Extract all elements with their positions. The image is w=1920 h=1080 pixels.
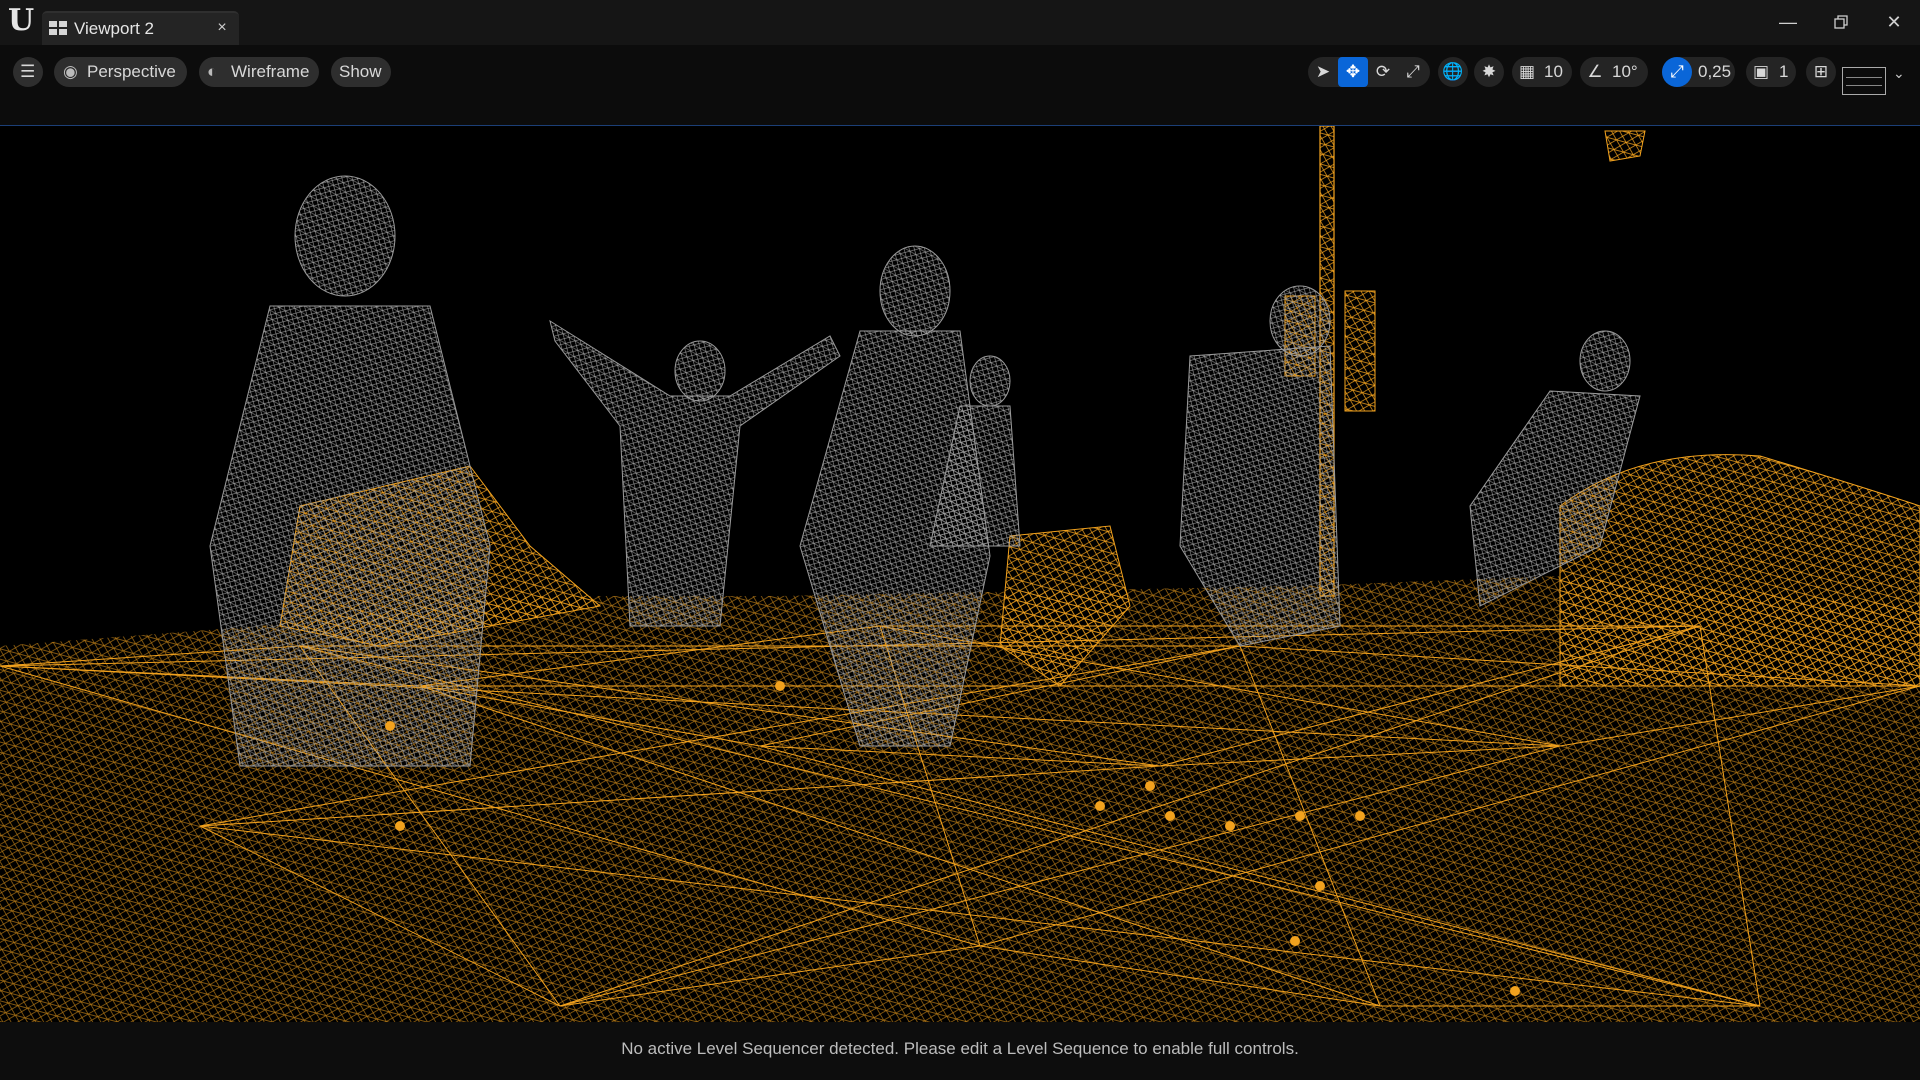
view-mode-button[interactable]: ◐ Wireframe	[199, 57, 319, 87]
scale-snap-icon: ⤢	[1662, 57, 1692, 87]
show-label: Show	[339, 62, 382, 81]
debris-particle	[1145, 781, 1155, 791]
scale-snap-button[interactable]: ⤢ 0,25	[1662, 57, 1735, 87]
person-mesh	[549, 319, 841, 627]
wireframe-sphere-icon: ◐	[207, 62, 218, 81]
unreal-logo-icon[interactable]: U	[8, 6, 36, 36]
viewport-layout-icon	[49, 21, 67, 35]
close-window-icon[interactable]: ✕	[1879, 8, 1909, 36]
tab-viewport[interactable]: Viewport 2 ×	[42, 11, 239, 45]
show-button[interactable]: Show	[331, 57, 391, 87]
surface-snap-icon: ✸	[1481, 62, 1497, 81]
debris-particle	[385, 721, 395, 731]
angle-icon: ∠	[1587, 62, 1603, 81]
debris-particle	[1355, 811, 1365, 821]
debris-particle	[775, 681, 785, 691]
rotation-snap-value: 10°	[1612, 62, 1638, 81]
chevron-down-icon[interactable]: ⌄	[1893, 65, 1905, 82]
person-mesh	[209, 175, 491, 767]
perspective-button[interactable]: ◉ Perspective	[54, 57, 187, 87]
grid-snap-value: 10	[1544, 62, 1563, 81]
perspective-label: Perspective	[87, 62, 176, 81]
transform-tools: ➤ ✥ ⟳ ⤢	[1308, 57, 1430, 87]
debris-particle	[1290, 936, 1300, 946]
tab-title: Viewport 2	[74, 19, 155, 38]
debris-mesh	[1604, 130, 1646, 162]
translate-mode-icon[interactable]: ✥	[1338, 57, 1368, 87]
debris-particle	[1225, 821, 1235, 831]
camera-icon: ▣	[1752, 62, 1770, 81]
minimize-icon[interactable]: —	[1773, 8, 1803, 36]
restore-icon[interactable]	[1826, 8, 1856, 36]
viewport-layout-preview-icon[interactable]	[1842, 67, 1886, 95]
viewport-menu-button[interactable]: ☰	[13, 57, 43, 87]
status-bar: No active Level Sequencer detected. Plea…	[0, 1022, 1920, 1080]
debris-particle	[1095, 801, 1105, 811]
camera-speed-value: 1	[1779, 62, 1789, 81]
world-globe-icon: 🌐	[1442, 62, 1464, 81]
debris-particle	[1510, 986, 1520, 996]
layout-grid-icon: ⊞	[1813, 62, 1829, 81]
title-bar: U Viewport 2 × — ✕	[0, 0, 1920, 45]
rotation-snap-button[interactable]: ∠ 10°	[1580, 57, 1648, 87]
select-mode-icon[interactable]: ➤	[1308, 57, 1338, 87]
scale-mode-icon[interactable]: ⤢	[1398, 57, 1428, 87]
tab-close-icon[interactable]: ×	[212, 18, 232, 38]
layout-button[interactable]: ⊞	[1806, 57, 1836, 87]
grid-snap-button[interactable]: ▦ 10	[1512, 57, 1572, 87]
debris-particle	[1295, 811, 1305, 821]
debris-particle	[1165, 811, 1175, 821]
traffic-light-mesh	[1344, 290, 1376, 412]
surface-snap-button[interactable]: ✸	[1474, 57, 1504, 87]
camera-speed-button[interactable]: ▣ 1	[1746, 57, 1796, 87]
hamburger-icon: ☰	[20, 62, 36, 81]
coordinate-system-button[interactable]: 🌐	[1438, 57, 1468, 87]
viewport-toolbar: ☰ ◉ Perspective ◐ Wireframe Show ➤ ✥ ⟳ ⤢…	[0, 45, 1920, 125]
cube-icon: ◉	[63, 62, 78, 81]
viewport-canvas[interactable]	[0, 126, 1920, 1022]
rotate-mode-icon[interactable]: ⟳	[1368, 57, 1398, 87]
debris-particle	[1315, 881, 1325, 891]
grid-icon: ▦	[1518, 62, 1536, 81]
scale-snap-value: 0,25	[1698, 62, 1732, 81]
view-mode-label: Wireframe	[231, 62, 310, 81]
level-sequencer-message: No active Level Sequencer detected. Plea…	[621, 1039, 1299, 1058]
wireframe-scene	[0, 126, 1920, 1022]
debris-particle	[395, 821, 405, 831]
